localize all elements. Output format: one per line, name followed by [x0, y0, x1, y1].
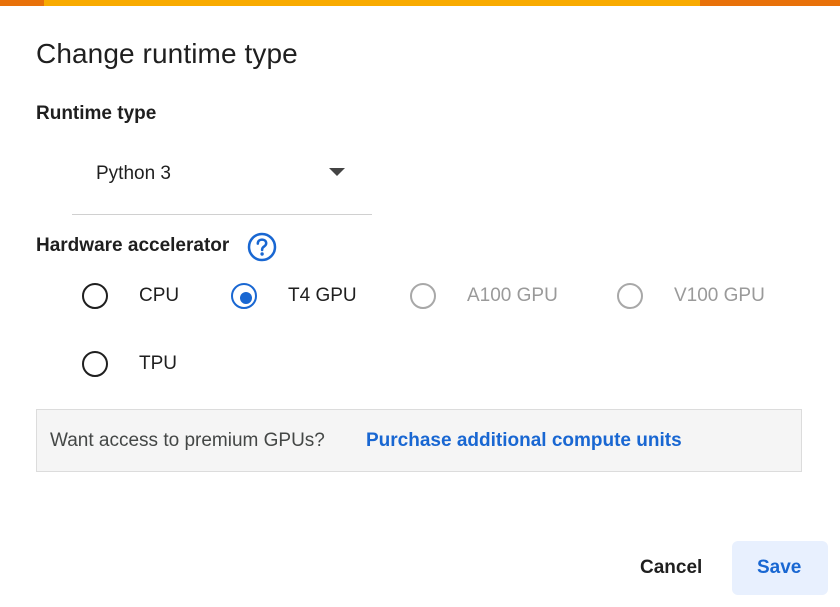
top-accent-bar — [0, 0, 840, 6]
save-button-label: Save — [757, 557, 802, 578]
runtime-type-label: Runtime type — [36, 103, 157, 124]
accent-segment-left — [0, 0, 44, 6]
radio-circle — [617, 283, 643, 309]
chevron-down-icon — [329, 168, 345, 176]
radio-label-t4-gpu: T4 GPU — [288, 285, 357, 306]
radio-label-cpu: CPU — [139, 285, 180, 306]
premium-gpu-question: Want access to premium GPUs? — [50, 430, 325, 451]
save-button[interactable]: Save — [732, 541, 828, 595]
purchase-compute-units-link[interactable]: Purchase additional compute units — [366, 430, 682, 452]
radio-circle — [231, 283, 257, 309]
accent-segment-middle — [44, 0, 700, 6]
radio-circle — [82, 351, 108, 377]
cancel-button[interactable]: Cancel — [616, 541, 728, 595]
radio-selected-dot — [240, 292, 252, 304]
radio-circle — [410, 283, 436, 309]
runtime-type-select[interactable]: Python 3 — [72, 148, 372, 215]
radio-circle — [82, 283, 108, 309]
dialog-title: Change runtime type — [36, 38, 298, 69]
radio-label-tpu: TPU — [139, 353, 177, 374]
premium-gpu-banner: Want access to premium GPUs? Purchase ad… — [36, 409, 802, 472]
radio-label-a100-gpu: A100 GPU — [467, 285, 558, 306]
hardware-accelerator-label: Hardware accelerator — [36, 235, 230, 256]
runtime-type-value: Python 3 — [96, 163, 171, 184]
question-circle-icon[interactable] — [247, 232, 277, 262]
accent-segment-right — [700, 0, 840, 6]
cancel-button-label: Cancel — [640, 557, 703, 578]
radio-label-v100-gpu: V100 GPU — [674, 285, 765, 306]
